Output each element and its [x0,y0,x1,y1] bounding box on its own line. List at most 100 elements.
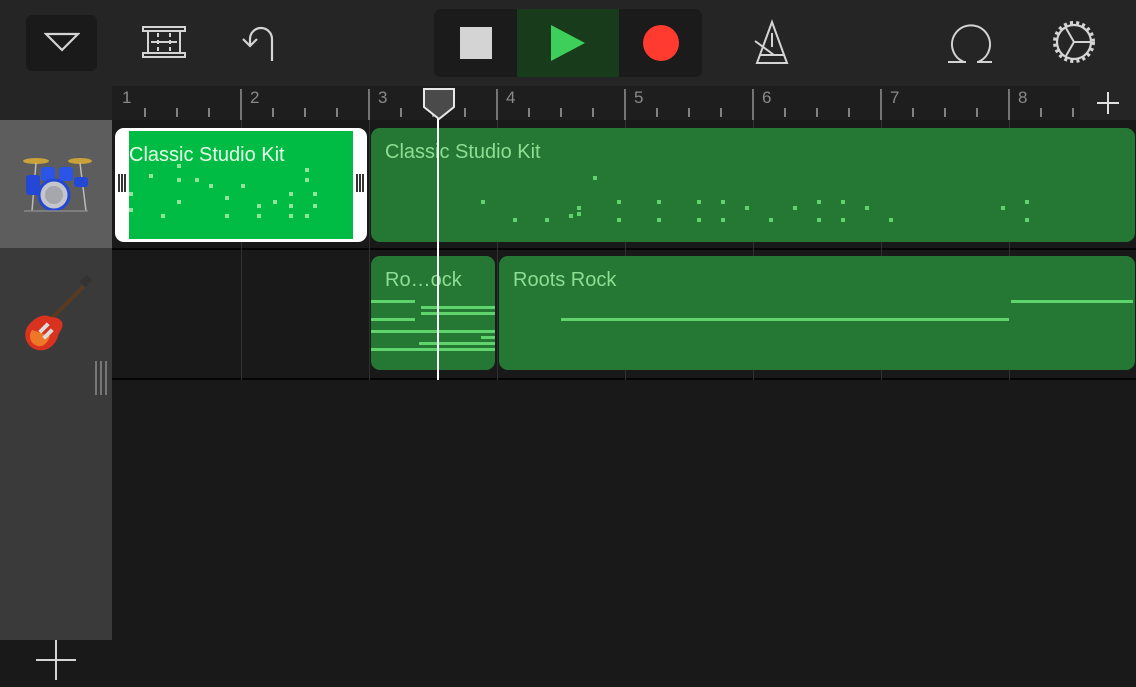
drum-note [257,204,261,208]
play-button[interactable] [517,9,619,77]
playhead-handle[interactable] [422,87,456,121]
midi-note [421,312,495,315]
drum-note [305,214,309,218]
drum-note [225,214,229,218]
stop-icon [459,27,492,59]
ruler-bar-number: 8 [1018,88,1028,107]
drum-note [577,212,581,216]
drum-note [1025,200,1029,204]
lane-divider [112,378,1136,380]
ruler-beat-tick [720,108,722,117]
drum-note [889,218,893,222]
ruler-beat-tick [208,108,210,117]
drum-note [513,218,517,222]
region-trim-handle-left[interactable] [118,174,126,192]
ruler-beat-tick [400,108,402,117]
ruler-bar-tick [624,89,626,120]
drum-note [793,206,797,210]
ruler-bar-tick [368,89,370,120]
drum-note [721,218,725,222]
drum-note [569,214,573,218]
drum-note [697,200,701,204]
stop-button[interactable] [434,9,517,77]
add-section-button[interactable] [1080,86,1136,120]
drum-note [545,218,549,222]
drum-note [313,192,317,196]
drum-note [195,178,199,182]
midi-note [371,348,495,351]
ruler-beat-tick [304,108,306,117]
region-drums[interactable]: Classic Studio Kit [371,128,1135,242]
gear-icon [1053,21,1095,63]
drum-note [225,196,229,200]
region-trim-handle-right[interactable] [356,174,364,192]
region-title: Ro…ock [385,269,462,291]
view-menu-button[interactable] [26,15,97,71]
ruler-bar-number: 2 [250,88,260,107]
track-headers [0,86,112,680]
ruler-beat-tick [816,108,818,117]
ruler-bar-tick [880,89,882,120]
drum-note [149,174,153,178]
tracks-view-button[interactable] [140,24,188,60]
drum-note [305,178,309,182]
record-button[interactable] [619,9,702,77]
ruler-beat-tick [592,108,594,117]
ruler-beat-tick [848,108,850,117]
add-track-button[interactable] [34,638,78,682]
ruler-bar-tick [240,89,242,120]
drum-note [289,192,293,196]
metronome-button[interactable] [750,18,794,66]
drum-note [617,200,621,204]
midi-note [1011,300,1133,303]
timeline-ruler[interactable]: 1 2 3 4 5 6 7 8 [112,86,1106,120]
drum-note [593,176,597,180]
transport-controls [434,9,702,77]
drum-note [177,164,181,168]
drum-note [817,200,821,204]
track-header-drums[interactable] [0,120,112,248]
ruler-beat-tick [784,108,786,117]
loop-icon [948,24,992,63]
region-title: Roots Rock [513,269,617,291]
drum-note [817,218,821,222]
drum-note [289,204,293,208]
midi-note [371,300,415,303]
play-icon [551,25,585,61]
track-resize-handle[interactable] [94,361,108,395]
ruler-beat-tick [1072,108,1074,117]
region-drums[interactable]: Classic Studio Kit [115,128,367,242]
ruler-bar-number: 4 [506,88,516,107]
ruler-bar-tick [752,89,754,120]
drum-note [129,192,133,196]
drum-note [209,184,213,188]
drum-note [273,200,277,204]
loop-browser-button[interactable] [944,18,996,66]
ruler-bar-number: 5 [634,88,644,107]
lane-divider [112,248,1136,250]
region-guitar[interactable]: Ro…ock [371,256,495,370]
region-guitar[interactable]: Roots Rock [499,256,1135,370]
ruler-beat-tick [176,108,178,117]
drum-note [745,206,749,210]
drum-note [161,214,165,218]
plus-icon [1097,92,1119,114]
settings-button[interactable] [1050,18,1098,66]
plus-icon [36,640,76,680]
track-header-guitar[interactable] [0,249,112,378]
drum-note [289,214,293,218]
ruler-bar-number: 6 [762,88,772,107]
drum-note [1025,218,1029,222]
drum-note [657,200,661,204]
drum-note [129,208,133,212]
drum-note [841,218,845,222]
midi-note [421,306,495,309]
triangle-down-icon [43,32,80,52]
drum-note [769,218,773,222]
undo-button[interactable] [236,22,280,64]
drum-note [657,218,661,222]
drum-note [841,200,845,204]
drum-note [481,200,485,204]
drum-kit-icon [23,158,92,212]
drum-note [177,178,181,182]
